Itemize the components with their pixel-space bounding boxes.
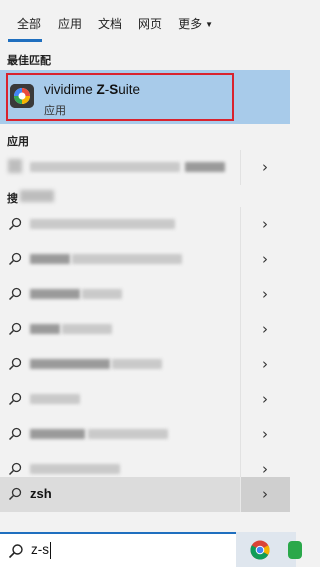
search-suggestion-row[interactable]: › xyxy=(0,312,290,347)
redacted-text xyxy=(30,162,180,172)
filter-tabs: 全部 应用 文档 网页 更多 ▼ xyxy=(0,0,296,42)
redacted-text xyxy=(30,394,80,404)
tab-all[interactable]: 全部 xyxy=(0,0,50,42)
search-icon xyxy=(8,322,22,336)
expand-column[interactable]: › xyxy=(240,477,290,512)
redacted-text xyxy=(30,359,110,369)
redacted-text xyxy=(112,359,162,369)
expand-column[interactable]: › xyxy=(240,347,290,382)
tab-documents-label: 文档 xyxy=(98,17,123,31)
search-suggestion-row[interactable]: › xyxy=(0,277,290,312)
tab-apps-label: 应用 xyxy=(58,17,83,31)
search-input[interactable]: z-s xyxy=(31,542,49,557)
search-icon xyxy=(8,544,23,559)
tab-all-label: 全部 xyxy=(17,17,42,31)
expand-column[interactable]: › xyxy=(240,150,290,185)
search-box[interactable]: z-s xyxy=(0,532,236,567)
tab-web[interactable]: 网页 xyxy=(130,0,170,42)
redacted-text xyxy=(62,324,112,334)
redacted-heading xyxy=(20,190,54,202)
search-suggestion-row[interactable]: › xyxy=(0,382,290,417)
search-icon xyxy=(8,287,22,301)
search-suggestion-row[interactable]: › xyxy=(0,242,290,277)
search-heading: 搜 xyxy=(7,190,18,206)
search-suggestion-row[interactable]: › xyxy=(0,207,290,242)
start-search-panel: 全部 应用 文档 网页 更多 ▼ 最佳匹配 vividime Z-Suite 应用… xyxy=(0,0,302,567)
chevron-right-icon: › xyxy=(262,355,268,373)
redacted-text xyxy=(185,162,225,172)
chevron-right-icon: › xyxy=(262,320,268,338)
search-suggestion-zsh[interactable]: zsh › xyxy=(0,477,290,512)
search-icon xyxy=(8,427,22,441)
expand-column[interactable]: › xyxy=(240,382,290,417)
tab-apps[interactable]: 应用 xyxy=(50,0,90,42)
search-heading-label: 搜 xyxy=(7,193,18,205)
redacted-text xyxy=(30,219,175,229)
tab-more-label: 更多 xyxy=(178,17,203,31)
apps-heading: 应用 xyxy=(7,136,29,148)
app-icon-redacted xyxy=(8,159,22,173)
redacted-text xyxy=(30,429,85,439)
search-suggestion-row[interactable]: › xyxy=(0,417,290,452)
redacted-text xyxy=(82,289,122,299)
search-icon xyxy=(8,462,22,476)
tab-web-label: 网页 xyxy=(138,17,163,31)
chevron-right-icon: › xyxy=(262,485,268,503)
chevron-right-icon: › xyxy=(262,285,268,303)
chevron-right-icon: › xyxy=(262,425,268,443)
search-icon xyxy=(8,487,22,501)
search-icon xyxy=(8,392,22,406)
expand-column[interactable]: › xyxy=(240,277,290,312)
highlight-outline xyxy=(6,73,234,121)
best-match-heading: 最佳匹配 xyxy=(7,55,51,67)
chevron-right-icon: › xyxy=(262,250,268,268)
app-icon[interactable] xyxy=(288,541,302,559)
tab-documents[interactable]: 文档 xyxy=(90,0,130,42)
chevron-right-icon: › xyxy=(262,215,268,233)
search-icon xyxy=(8,217,22,231)
expand-column[interactable]: › xyxy=(240,207,290,242)
search-icon xyxy=(8,252,22,266)
chevron-down-icon: ▼ xyxy=(205,20,213,29)
redacted-text xyxy=(30,289,80,299)
chevron-right-icon: › xyxy=(262,158,268,176)
redacted-text xyxy=(30,324,60,334)
redacted-text xyxy=(30,254,70,264)
redacted-text xyxy=(88,429,168,439)
redacted-text xyxy=(72,254,182,264)
expand-column[interactable]: › xyxy=(240,417,290,452)
expand-column[interactable]: › xyxy=(240,242,290,277)
chevron-right-icon: › xyxy=(262,460,268,478)
expand-column[interactable]: › xyxy=(240,312,290,347)
search-icon xyxy=(8,357,22,371)
suggestion-label: zsh xyxy=(30,486,52,501)
tab-more[interactable]: 更多 ▼ xyxy=(170,0,221,42)
app-result-row[interactable]: › xyxy=(0,150,290,185)
taskbar xyxy=(236,532,302,567)
chrome-icon[interactable] xyxy=(250,540,270,560)
redacted-text xyxy=(30,464,120,474)
search-suggestion-row[interactable]: › xyxy=(0,347,290,382)
best-match-result[interactable]: vividime Z-Suite 应用 xyxy=(0,70,290,124)
chevron-right-icon: › xyxy=(262,390,268,408)
text-cursor xyxy=(50,542,51,559)
